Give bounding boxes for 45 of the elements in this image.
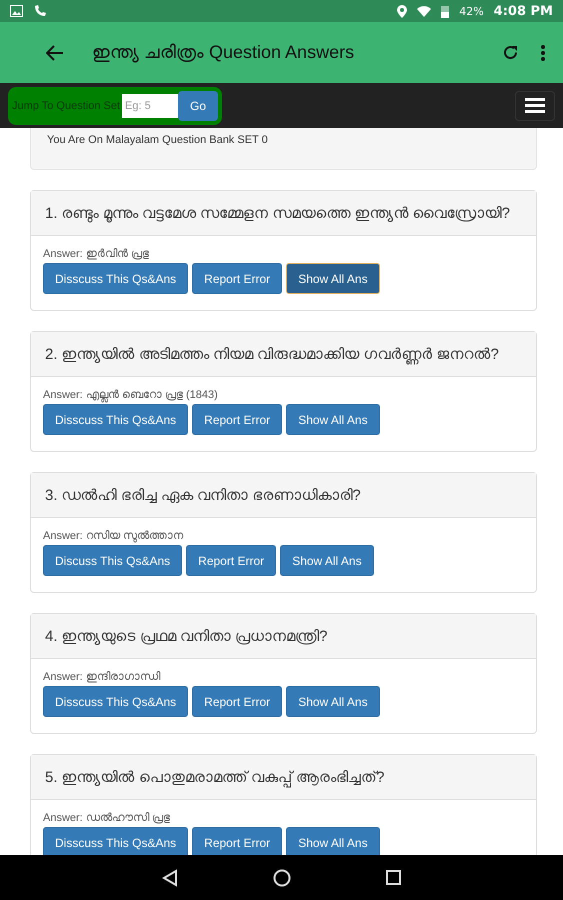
home-icon[interactable]	[273, 868, 291, 886]
menu-icon	[525, 98, 545, 113]
action-button[interactable]: Disscuss This Qs&Ans	[43, 263, 188, 294]
question-text: 4. ഇന്ത്യയുടെ പ്രഥമ വനിതാ പ്രധാനമന്ത്രി?	[45, 628, 328, 645]
question-text: 5. ഇന്ത്യയിൽ പൊതുമരാമത്ത് വകുപ്പ് ആരംഭിച്ചത്?	[45, 769, 385, 786]
action-button[interactable]: Report Error	[192, 686, 282, 717]
back-button[interactable]	[46, 44, 64, 60]
more-button[interactable]	[541, 44, 545, 60]
answer-text: Answer: റസിയ സുൽത്താന	[43, 530, 184, 542]
recents-icon[interactable]	[386, 870, 401, 885]
action-button[interactable]: Show All Ans	[286, 686, 380, 717]
question-text: 2. ഇന്ത്യയിൽ അടിമത്തം നിയമ വിരുദ്ധമാക്കിയ ഗവർണ്ണർ ജനറൽ?	[45, 346, 499, 363]
back-icon[interactable]	[162, 868, 178, 886]
action-button[interactable]: Report Error	[192, 263, 282, 294]
phone-icon	[33, 4, 47, 18]
battery-icon	[441, 4, 450, 18]
battery-level: 42%	[459, 4, 484, 18]
menu-button[interactable]	[515, 90, 555, 120]
location-icon	[397, 4, 408, 18]
answer-text: Answer: ഇർവിൻ പ്രഭു	[43, 248, 150, 260]
refresh-button[interactable]	[502, 44, 519, 61]
answer-text: Answer: എല്ലൻ ബെറോ പ്രഭു (1843)	[43, 389, 219, 401]
action-button[interactable]: Disscuss This Qs&Ans	[43, 404, 188, 435]
action-button[interactable]: Show All Ans	[286, 827, 380, 855]
wifi-icon	[417, 6, 432, 16]
question-text: 3. ഡൽഹി ഭരിച്ച ഏക വനിതാ ഭരണാധികാരി?	[45, 487, 361, 504]
action-button[interactable]: Disscuss This Qs&Ans	[43, 686, 188, 717]
question-text: 1. രണ്ടും മൂന്നും വട്ടമേശ സമ്മേളന സമയത്തെ ഇന്ത്യൻ വൈസ്രോയി?	[45, 205, 510, 222]
action-button[interactable]: Show All Ans	[280, 545, 374, 576]
action-button[interactable]: Show All Ans	[286, 263, 380, 294]
action-button[interactable]: Show All Ans	[286, 404, 380, 435]
answer-text: Answer: ഡൽഹൗസി പ്രഭു	[43, 812, 171, 824]
set-info: You Are On Malayalam Question Bank SET 0	[47, 134, 268, 146]
clock: 4:08 PM	[494, 4, 553, 18]
image-icon	[10, 5, 23, 17]
app-title: ഇന്ത്യ ചരിത്രം Question Answers	[92, 42, 356, 63]
action-button[interactable]: Disscuss This Qs&Ans	[43, 827, 188, 855]
action-button[interactable]: Report Error	[192, 404, 282, 435]
action-button[interactable]: Discuss This Qs&Ans	[43, 545, 182, 576]
set-input[interactable]: Eg: 5	[122, 94, 178, 118]
jump-label: Jump To Question Set	[12, 100, 120, 112]
answer-text: Answer: ഇന്ദിരാഗാന്ധി	[43, 671, 162, 683]
action-button[interactable]: Report Error	[192, 827, 282, 855]
action-button[interactable]: Report Error	[186, 545, 276, 576]
go-button[interactable]: Go	[178, 90, 218, 120]
